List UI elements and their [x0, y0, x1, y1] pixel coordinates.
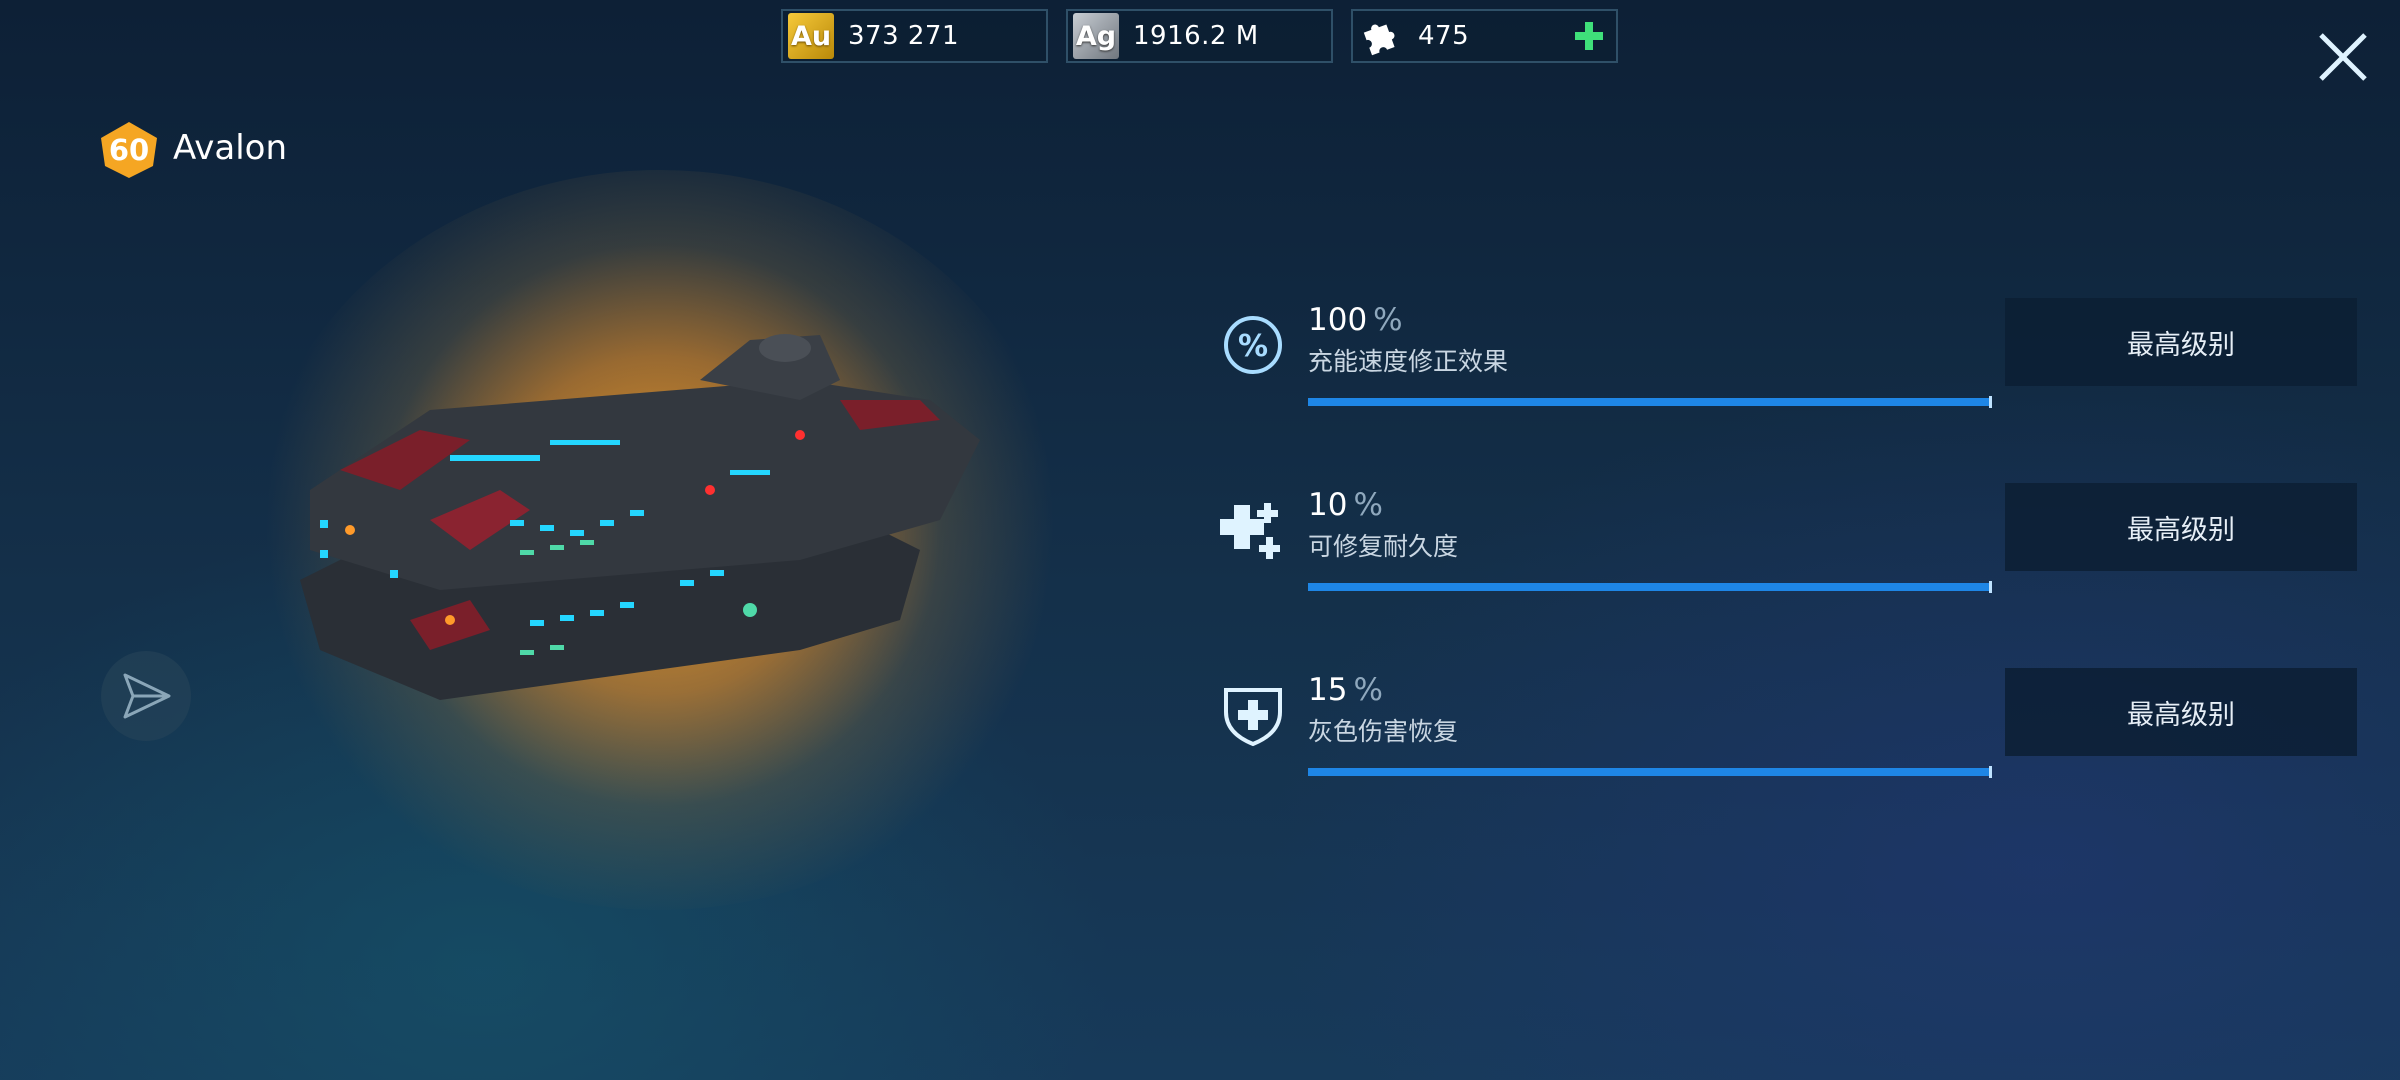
stat-label: 充能速度修正效果 — [1308, 347, 1509, 376]
ship-name: Avalon — [173, 128, 288, 168]
stat-progress-bar — [1308, 581, 1992, 593]
max-level-button[interactable]: 最高级别 — [2005, 668, 2357, 756]
level-badge: 60 — [99, 120, 159, 180]
add-parts-button[interactable] — [1572, 19, 1606, 53]
stat-progress-bar — [1308, 766, 1992, 778]
silver-icon: Ag — [1073, 13, 1119, 59]
share-button[interactable] — [101, 651, 191, 741]
max-level-button[interactable]: 最高级别 — [2005, 483, 2357, 571]
stat-value: 15% — [1308, 672, 1383, 708]
stat-value: 100% — [1308, 302, 1403, 338]
stat-row-repairable-durability: 10% 可修复耐久度 最高级别 — [1220, 483, 2360, 617]
puzzle-piece-icon — [1363, 24, 1395, 56]
gold-currency-panel: Au 373 271 — [781, 9, 1048, 63]
ship-level: 60 — [108, 133, 150, 167]
stat-progress-bar — [1308, 396, 1992, 408]
stat-label: 可修复耐久度 — [1308, 532, 1459, 561]
gold-icon: Au — [788, 13, 834, 59]
stat-label: 灰色伤害恢复 — [1308, 717, 1459, 746]
repair-crosses-icon — [1220, 503, 1280, 559]
close-icon[interactable] — [2316, 30, 2370, 84]
silver-currency-panel: Ag 1916.2 M — [1066, 9, 1333, 63]
max-level-button[interactable]: 最高级别 — [2005, 298, 2357, 386]
percent-icon: % — [1224, 316, 1282, 374]
shield-plus-icon — [1224, 688, 1282, 747]
svg-text:%: % — [1238, 329, 1268, 364]
gold-amount: 373 271 — [848, 21, 960, 51]
stat-row-gray-damage-recovery: 15% 灰色伤害恢复 最高级别 — [1220, 668, 2360, 802]
stat-row-charge-speed: % 100% 充能速度修正效果 最高级别 — [1220, 298, 2360, 432]
silver-amount: 1916.2 M — [1133, 21, 1259, 51]
stat-value: 10% — [1308, 487, 1383, 523]
parts-currency-panel: 475 — [1351, 9, 1618, 63]
ship-image — [300, 334, 980, 700]
parts-amount: 475 — [1418, 21, 1470, 51]
send-icon — [123, 673, 171, 719]
